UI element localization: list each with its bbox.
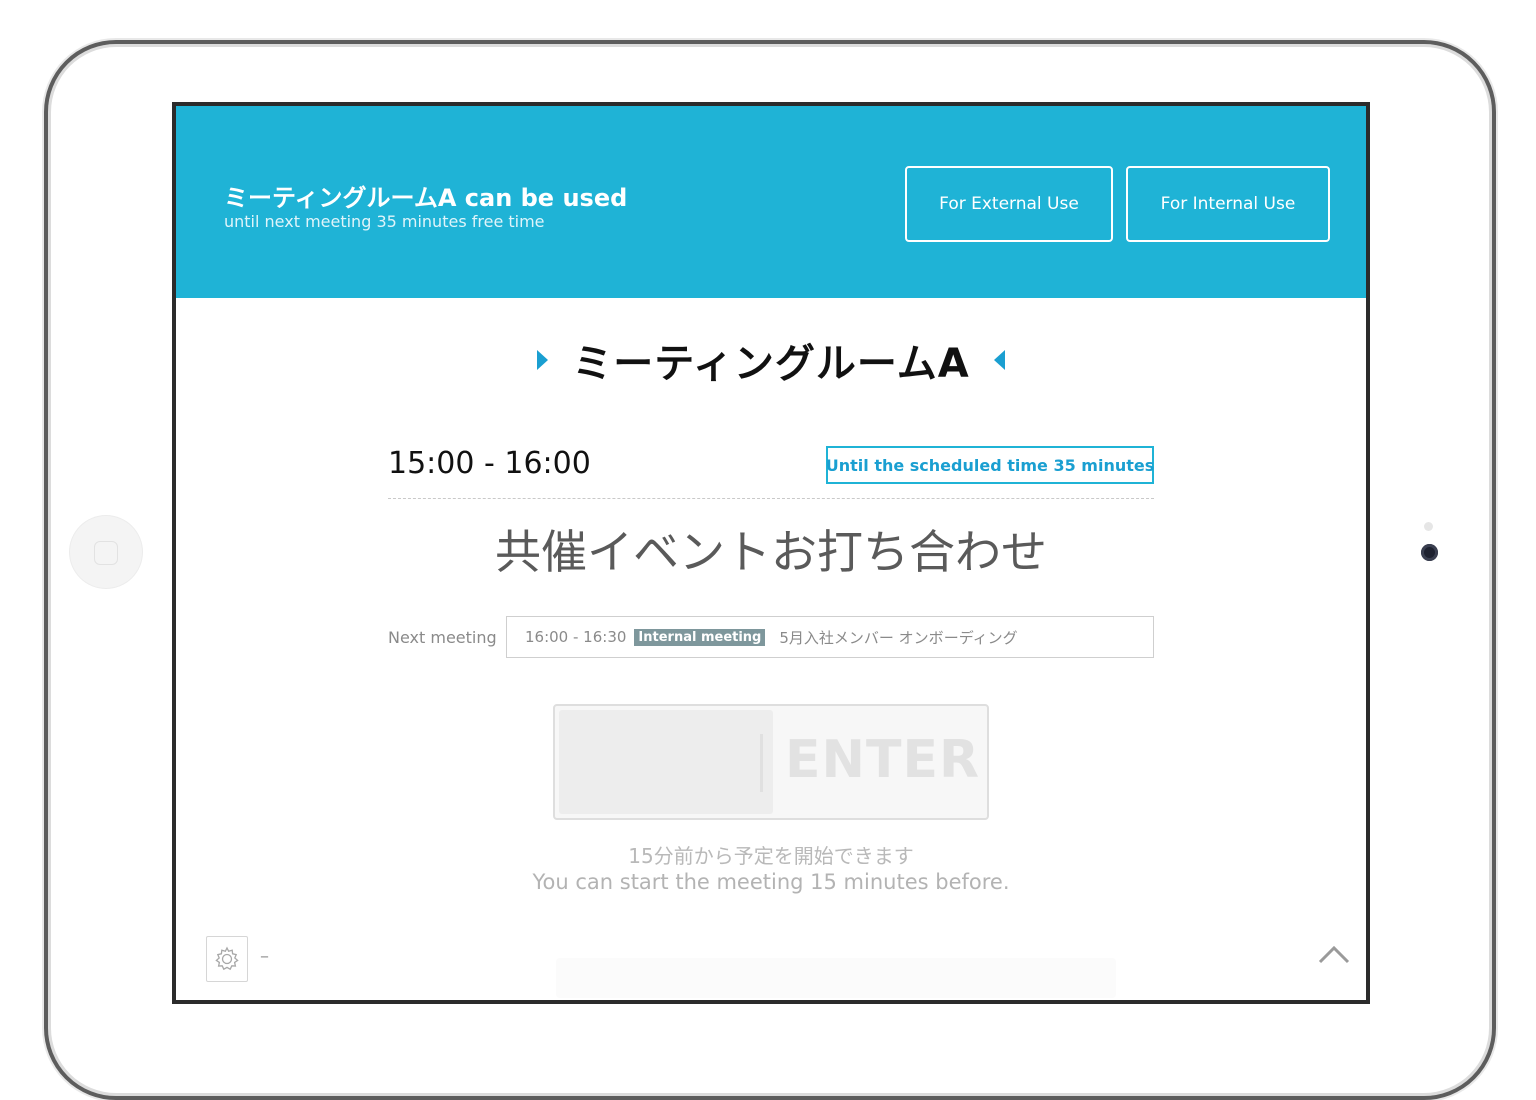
meeting-time-range: 15:00 - 16:00: [388, 446, 591, 481]
next-meeting-box: 16:00 - 16:30 Internal meeting 5月入社メンバー …: [506, 616, 1154, 658]
header-subtitle: until next meeting 35 minutes free time: [224, 212, 545, 231]
enter-label: ENTER: [785, 730, 981, 790]
header-title: ミーティングルームA can be used: [224, 184, 628, 212]
start-hint-japanese: 15分前から予定を開始できます: [628, 844, 914, 868]
until-scheduled-badge: Until the scheduled time 35 minutes: [826, 446, 1154, 484]
start-hint-english: You can start the meeting 15 minutes bef…: [532, 870, 1010, 894]
slider-handle[interactable]: [559, 710, 773, 814]
sensor-dot: [1424, 522, 1433, 531]
next-meeting-name: 5月入社メンバー オンボーディング: [779, 628, 1018, 647]
room-name: ミーティングルームA: [572, 341, 970, 387]
screen: ミーティングルームA can be used until next meetin…: [172, 102, 1370, 1004]
gear-icon: [215, 946, 239, 971]
meeting-title: 共催イベントお打ち合わせ: [495, 525, 1047, 579]
room-title-row: ミーティングルームA: [176, 331, 1366, 389]
home-button[interactable]: [70, 516, 142, 588]
next-meeting-tag: Internal meeting: [634, 628, 766, 646]
divider: [388, 498, 1154, 499]
next-meeting-label: Next meeting: [388, 628, 497, 647]
enter-slider[interactable]: ENTER: [553, 704, 989, 820]
internal-use-button[interactable]: For Internal Use: [1126, 166, 1330, 242]
next-meeting-time: 16:00 - 16:30: [525, 628, 627, 646]
status-header: ミーティングルームA can be used until next meetin…: [176, 106, 1366, 298]
settings-button[interactable]: [206, 936, 248, 982]
bottom-panel: [556, 958, 1116, 998]
right-triangle-icon: [537, 350, 549, 370]
left-triangle-icon: [993, 350, 1005, 370]
external-use-button[interactable]: For External Use: [905, 166, 1113, 242]
camera-icon: [1421, 544, 1438, 561]
settings-value: –: [260, 946, 269, 967]
chevron-up-icon[interactable]: [1314, 938, 1354, 968]
